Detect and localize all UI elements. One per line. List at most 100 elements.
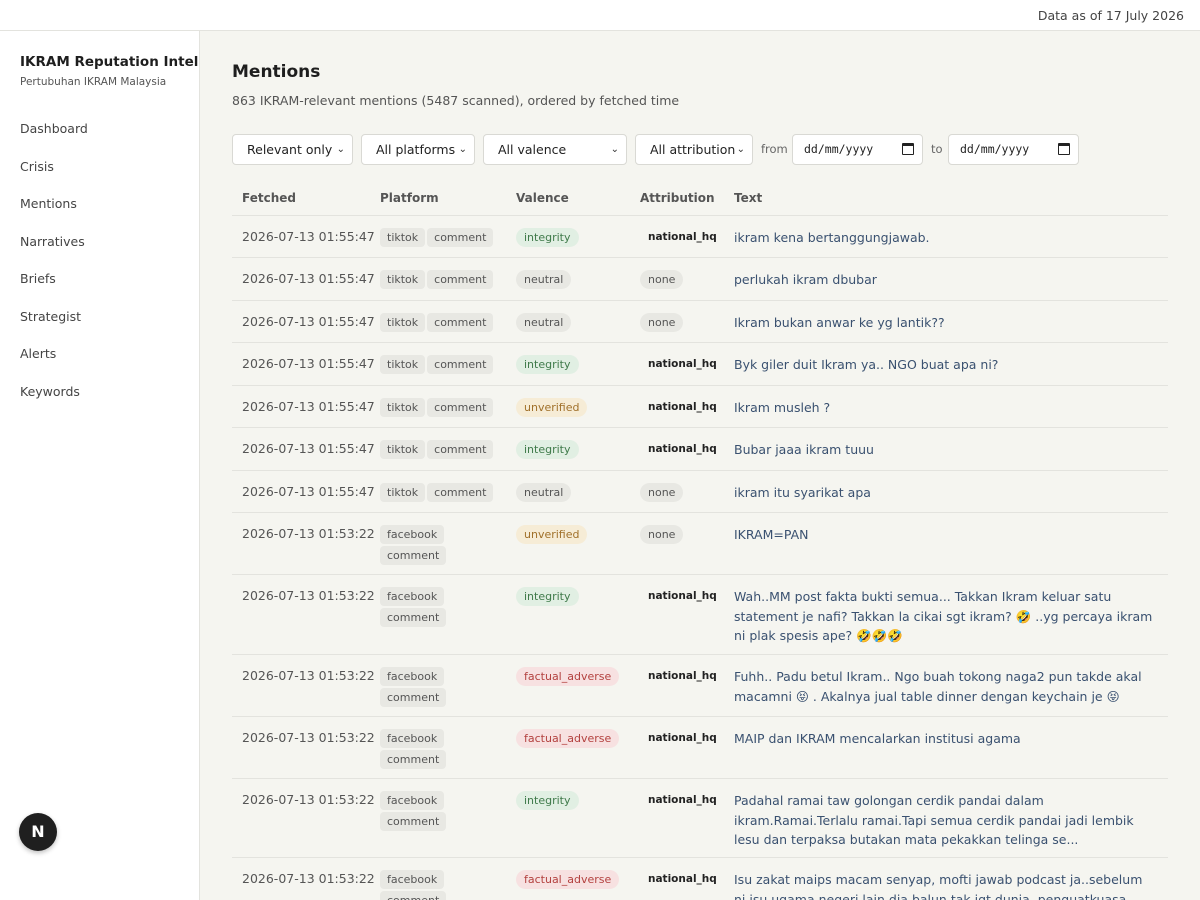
fetched-time: 2026-07-13 01:53:22 <box>242 730 375 745</box>
sidebar-item-briefs[interactable]: Briefs <box>20 269 88 307</box>
valence-badge: unverified <box>516 525 588 544</box>
relevance-select[interactable]: Relevant only ⌄ <box>232 134 353 165</box>
table-body: 2026-07-13 01:55:47 tiktok comment integrit… <box>232 216 1168 900</box>
attribution-badge: none <box>640 525 684 544</box>
platform-cell: tiktok comment <box>380 313 500 334</box>
valence-badge: factual_adverse <box>516 870 620 889</box>
mention-text: Padahal ramai taw golongan cerdik pandai… <box>734 793 1134 847</box>
attribution-select-value: All attribution <box>650 142 736 157</box>
attribution-cell: none <box>640 270 684 289</box>
to-date-placeholder: dd/mm/yyyy <box>960 142 1030 156</box>
kind-chip: comment <box>427 398 494 417</box>
from-date-input[interactable]: dd/mm/yyyy <box>792 134 923 165</box>
platform-chip: facebook <box>380 870 445 889</box>
platform-chip: tiktok <box>380 355 426 374</box>
valence-select-value: All valence <box>498 142 567 157</box>
to-date-input[interactable]: dd/mm/yyyy <box>948 134 1079 165</box>
filter-bar: Relevant only ⌄ All platforms ⌄ All vale… <box>232 134 1168 165</box>
valence-badge: integrity <box>516 355 579 374</box>
valence-cell: neutral <box>516 270 572 289</box>
platform-chip: tiktok <box>380 313 426 332</box>
valence-select[interactable]: All valence ⌄ <box>483 134 627 165</box>
attribution-cell: national_hq <box>640 791 725 810</box>
kind-chip: comment <box>380 812 447 831</box>
fetched-time: 2026-07-13 01:53:22 <box>242 871 375 886</box>
table-row[interactable]: 2026-07-13 01:55:47 tiktok comment integrit… <box>232 216 1168 258</box>
table-row[interactable]: 2026-07-13 01:53:22 facebook comment factua… <box>232 858 1168 900</box>
table-row[interactable]: 2026-07-13 01:53:22 facebook comment integr… <box>232 779 1168 858</box>
attribution-badge: national_hq <box>648 732 717 744</box>
attribution-badge: national_hq <box>648 590 717 602</box>
chevron-down-icon: ⌄ <box>458 144 467 155</box>
table-row[interactable]: 2026-07-13 01:55:47 tiktok comment integrit… <box>232 428 1168 471</box>
platform-select[interactable]: All platforms ⌄ <box>361 134 475 165</box>
platform-chip: facebook <box>380 729 445 748</box>
table-row[interactable]: 2026-07-13 01:55:47 tiktok comment neutral n… <box>232 471 1168 513</box>
platform-cell: tiktok comment <box>380 440 500 461</box>
mention-text: Byk giler duit Ikram ya.. NGO buat apa n… <box>734 357 999 372</box>
fetched-time: 2026-07-13 01:53:22 <box>242 588 375 603</box>
fetched-time: 2026-07-13 01:55:47 <box>242 271 375 286</box>
fetched-time: 2026-07-13 01:53:22 <box>242 668 375 683</box>
table-row[interactable]: 2026-07-13 01:53:22 facebook comment factua… <box>232 717 1168 779</box>
kind-chip: comment <box>427 355 494 374</box>
attribution-badge: national_hq <box>648 873 717 885</box>
top-bar: Data as of 17 July 2026 <box>0 0 1200 31</box>
column-header-fetched[interactable]: Fetched <box>242 191 296 205</box>
mention-text: Fuhh.. Padu betul Ikram.. Ngo buah tokon… <box>734 669 1142 704</box>
calendar-icon[interactable] <box>1058 143 1070 155</box>
sidebar-item-dashboard[interactable]: Dashboard <box>20 119 88 157</box>
sidebar-nav: Dashboard Crisis Mentions Narratives Bri… <box>20 119 88 419</box>
kind-chip: comment <box>427 440 494 459</box>
attribution-cell: national_hq <box>640 228 725 247</box>
column-header-platform[interactable]: Platform <box>380 191 439 205</box>
valence-badge: factual_adverse <box>516 729 620 748</box>
from-date-placeholder: dd/mm/yyyy <box>804 142 874 156</box>
valence-badge: integrity <box>516 228 579 247</box>
valence-badge: integrity <box>516 440 579 459</box>
fetched-time: 2026-07-13 01:55:47 <box>242 229 375 244</box>
column-header-text[interactable]: Text <box>734 191 762 205</box>
platform-chip: facebook <box>380 525 445 544</box>
fetched-time: 2026-07-13 01:53:22 <box>242 526 375 541</box>
dev-tools-badge[interactable]: N <box>19 813 57 851</box>
attribution-cell: national_hq <box>640 667 725 686</box>
table-row[interactable]: 2026-07-13 01:55:47 tiktok comment unverifi… <box>232 386 1168 428</box>
table-row[interactable]: 2026-07-13 01:53:22 facebook comment unveri… <box>232 513 1168 575</box>
column-header-attribution[interactable]: Attribution <box>640 191 715 205</box>
attribution-cell: national_hq <box>640 870 725 889</box>
fetched-time: 2026-07-13 01:55:47 <box>242 356 375 371</box>
sidebar-item-narratives[interactable]: Narratives <box>20 232 88 270</box>
valence-cell: unverified <box>516 525 588 544</box>
valence-cell: integrity <box>516 791 579 810</box>
sidebar-item-alerts[interactable]: Alerts <box>20 344 88 382</box>
mentions-table: Fetched Platform Valence Attribution Tex… <box>232 184 1168 900</box>
sidebar-item-keywords[interactable]: Keywords <box>20 382 88 420</box>
kind-chip: comment <box>427 313 494 332</box>
platform-chip: facebook <box>380 791 445 810</box>
valence-badge: neutral <box>516 483 572 502</box>
platform-chip: tiktok <box>380 398 426 417</box>
kind-chip: comment <box>380 608 447 627</box>
column-header-valence[interactable]: Valence <box>516 191 569 205</box>
sidebar-item-mentions[interactable]: Mentions <box>20 194 88 232</box>
attribution-cell: none <box>640 483 684 502</box>
table-row[interactable]: 2026-07-13 01:55:47 tiktok comment neutral n… <box>232 301 1168 343</box>
calendar-icon[interactable] <box>902 143 914 155</box>
table-row[interactable]: 2026-07-13 01:55:47 tiktok comment integrit… <box>232 343 1168 386</box>
valence-cell: integrity <box>516 587 579 606</box>
table-row[interactable]: 2026-07-13 01:55:47 tiktok comment neutral n… <box>232 258 1168 301</box>
valence-cell: factual_adverse <box>516 667 620 686</box>
sidebar-item-crisis[interactable]: Crisis <box>20 157 88 195</box>
platform-cell: tiktok comment <box>380 398 500 419</box>
valence-cell: factual_adverse <box>516 870 620 889</box>
attribution-select[interactable]: All attribution ⌄ <box>635 134 753 165</box>
sidebar-item-strategist[interactable]: Strategist <box>20 307 88 345</box>
platform-chip: tiktok <box>380 270 426 289</box>
fetched-time: 2026-07-13 01:55:47 <box>242 441 375 456</box>
platform-chip: facebook <box>380 587 445 606</box>
attribution-badge: national_hq <box>648 231 717 243</box>
table-row[interactable]: 2026-07-13 01:53:22 facebook comment integr… <box>232 575 1168 655</box>
platform-cell: facebook comment <box>380 587 500 629</box>
table-row[interactable]: 2026-07-13 01:53:22 facebook comment factua… <box>232 655 1168 717</box>
